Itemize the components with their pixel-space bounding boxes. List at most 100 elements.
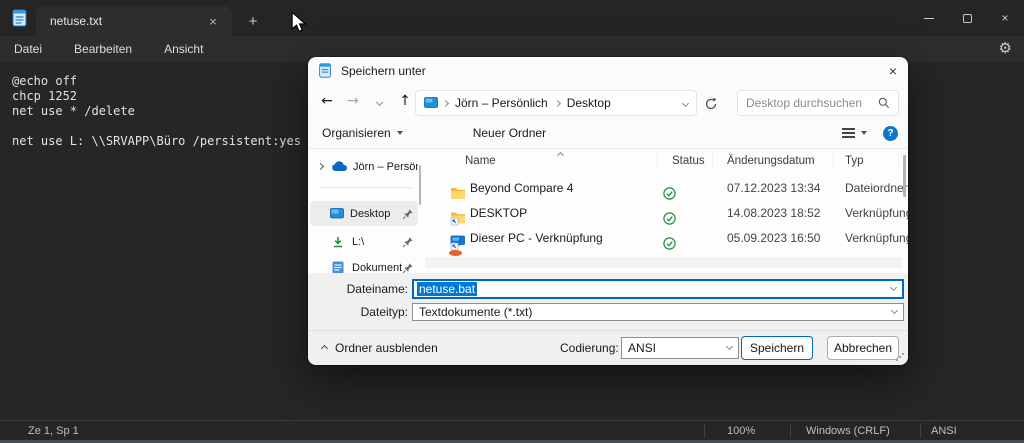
column-header-name[interactable]: Name — [465, 149, 496, 172]
menu-datei[interactable]: Datei — [4, 38, 52, 60]
save-as-dialog: Speichern unter × ← → ↑ Jörn – Persönlic… — [308, 57, 908, 365]
chevron-down-icon[interactable] — [890, 306, 899, 315]
encoding-value: ANSI — [628, 341, 657, 355]
new-folder-button[interactable]: Neuer Ordner — [465, 121, 554, 145]
column-header-type[interactable]: Typ — [845, 149, 864, 172]
sidebar-item-label: Desktop — [350, 207, 391, 220]
sidebar-separator — [320, 187, 412, 188]
chevron-down-icon[interactable] — [889, 283, 898, 292]
file-date: 07.12.2023 13:34 — [727, 180, 821, 195]
sidebar-item-label: Dokumente — [352, 261, 402, 274]
sidebar-item-l-drive[interactable]: L:\ — [310, 229, 418, 254]
search-input[interactable]: Desktop durchsuchen — [737, 90, 899, 116]
column-header-status[interactable]: Status — [672, 149, 705, 172]
settings-gear-icon[interactable]: ⚙ — [999, 39, 1012, 57]
expand-chevron-icon[interactable] — [316, 162, 325, 171]
history-chevron-icon[interactable] — [366, 93, 392, 109]
header-separator — [898, 153, 899, 168]
tab-netuse[interactable]: netuse.txt × — [36, 6, 232, 36]
search-icon — [878, 97, 890, 109]
file-list: Name Status Änderungsdatum Typ Beyond Co… — [425, 149, 908, 273]
desktop-location-icon — [424, 97, 438, 108]
filename-label: Dateiname: — [346, 282, 408, 296]
sidebar-item-desktop[interactable]: Desktop — [310, 201, 418, 226]
dialog-bottom-band: Dateiname: netuse.bat Dateityp: Textdoku… — [308, 273, 908, 365]
address-bar[interactable]: Jörn – Persönlich Desktop — [415, 90, 697, 116]
chevron-down-icon[interactable] — [725, 342, 734, 351]
statusbar-cursor-position: Ze 1, Sp 1 — [28, 424, 79, 437]
dropdown-triangle-icon — [861, 131, 867, 135]
breadcrumb-root[interactable]: Jörn – Persönlich — [453, 96, 550, 110]
horizontal-scrollbar[interactable] — [425, 257, 902, 268]
sort-ascending-icon — [556, 151, 565, 160]
encoding-select[interactable]: ANSI — [621, 337, 739, 359]
file-type: Dateiordner — [845, 180, 908, 195]
breadcrumb-current[interactable]: Desktop — [565, 96, 613, 110]
pin-icon[interactable] — [402, 262, 414, 274]
pin-icon[interactable] — [402, 236, 414, 248]
desktop-screen: netuse.txt × + × Datei Bearbeiten Ansich… — [0, 0, 1024, 443]
header-separator — [657, 153, 658, 168]
filetype-select[interactable]: Textdokumente (*.txt) — [412, 303, 904, 321]
file-name: Dieser PC - Verknüpfung — [470, 230, 603, 245]
dialog-footer: Ordner ausblenden Codierung: ANSI Speich… — [308, 330, 908, 365]
hide-folders-label: Ordner ausblenden — [335, 341, 438, 355]
dialog-toolbar: Organisieren Neuer Ordner ? — [308, 118, 908, 149]
chevron-down-icon — [375, 98, 383, 107]
file-type: Verknüpfung — [845, 230, 908, 245]
file-name: DESKTOP — [470, 205, 528, 220]
dialog-title: Speichern unter — [341, 63, 426, 78]
refresh-icon[interactable] — [704, 97, 718, 111]
file-browser: Jörn – Persönlich Desktop — [308, 149, 908, 273]
sidebar-item-documents[interactable]: Dokumente — [310, 255, 418, 273]
vertical-scrollbar-thumb[interactable] — [903, 155, 906, 197]
file-row[interactable]: Beyond Compare 4 07.12.2023 13:34 Dateio… — [425, 175, 908, 200]
filename-value-selected: netuse.bat — [417, 282, 478, 296]
dialog-close-button[interactable]: × — [878, 57, 908, 84]
filename-input[interactable]: netuse.bat — [412, 279, 904, 299]
encoding-label: Codierung: — [560, 341, 619, 355]
hide-folders-button[interactable]: Ordner ausblenden — [308, 341, 438, 355]
breadcrumb-sep-icon — [441, 99, 450, 107]
maximize-button[interactable] — [948, 0, 986, 36]
file-date: 14.08.2023 18:52 — [727, 205, 821, 220]
back-icon[interactable]: ← — [314, 93, 340, 109]
new-folder-label: Neuer Ordner — [472, 126, 547, 140]
organize-button[interactable]: Organisieren — [314, 121, 411, 145]
file-row[interactable]: DESKTOP 14.08.2023 18:52 Verknüpfung — [425, 200, 908, 226]
cancel-button[interactable]: Abbrechen — [827, 336, 899, 360]
pin-icon[interactable] — [402, 208, 414, 220]
save-button[interactable]: Speichern — [741, 336, 813, 360]
filetype-value: Textdokumente (*.txt) — [419, 305, 533, 319]
sidebar-item-onedrive[interactable]: Jörn – Persönlich — [310, 154, 418, 179]
new-tab-button[interactable]: + — [240, 8, 266, 34]
mouse-cursor — [291, 11, 307, 33]
menu-bearbeiten[interactable]: Bearbeiten — [64, 38, 142, 60]
help-button[interactable]: ? — [883, 125, 898, 141]
resize-grip[interactable] — [896, 353, 904, 361]
dropdown-triangle-icon — [396, 131, 403, 135]
statusbar: Ze 1, Sp 1 100% Windows (CRLF) ANSI — [0, 420, 1024, 440]
file-date: 05.09.2023 16:50 — [727, 230, 821, 245]
view-mode-button[interactable] — [834, 123, 875, 143]
address-dropdown-icon[interactable] — [681, 99, 690, 107]
forward-icon[interactable]: → — [340, 93, 366, 109]
column-header-date[interactable]: Änderungsdatum — [727, 149, 815, 172]
sidebar-item-label: Jörn – Persönlich — [353, 160, 418, 173]
organize-label: Organisieren — [322, 126, 391, 140]
file-row[interactable]: Dieser PC - Verknüpfung 05.09.2023 16:50… — [425, 225, 908, 251]
statusbar-zoom: 100% — [704, 423, 790, 438]
documents-icon — [332, 261, 344, 273]
minimize-button[interactable] — [910, 0, 948, 36]
header-separator — [833, 153, 834, 168]
tab-close-icon[interactable]: × — [204, 14, 222, 29]
drive-download-icon — [334, 236, 342, 247]
menu-ansicht[interactable]: Ansicht — [154, 38, 213, 60]
onedrive-cloud-icon — [332, 161, 348, 171]
close-button[interactable]: × — [986, 0, 1024, 36]
filetype-label: Dateityp: — [360, 305, 408, 319]
minimize-icon — [924, 17, 934, 19]
statusbar-line-ending: Windows (CRLF) — [790, 423, 920, 438]
sidebar-scrollbar[interactable] — [419, 165, 421, 205]
window-controls: × — [910, 0, 1024, 36]
